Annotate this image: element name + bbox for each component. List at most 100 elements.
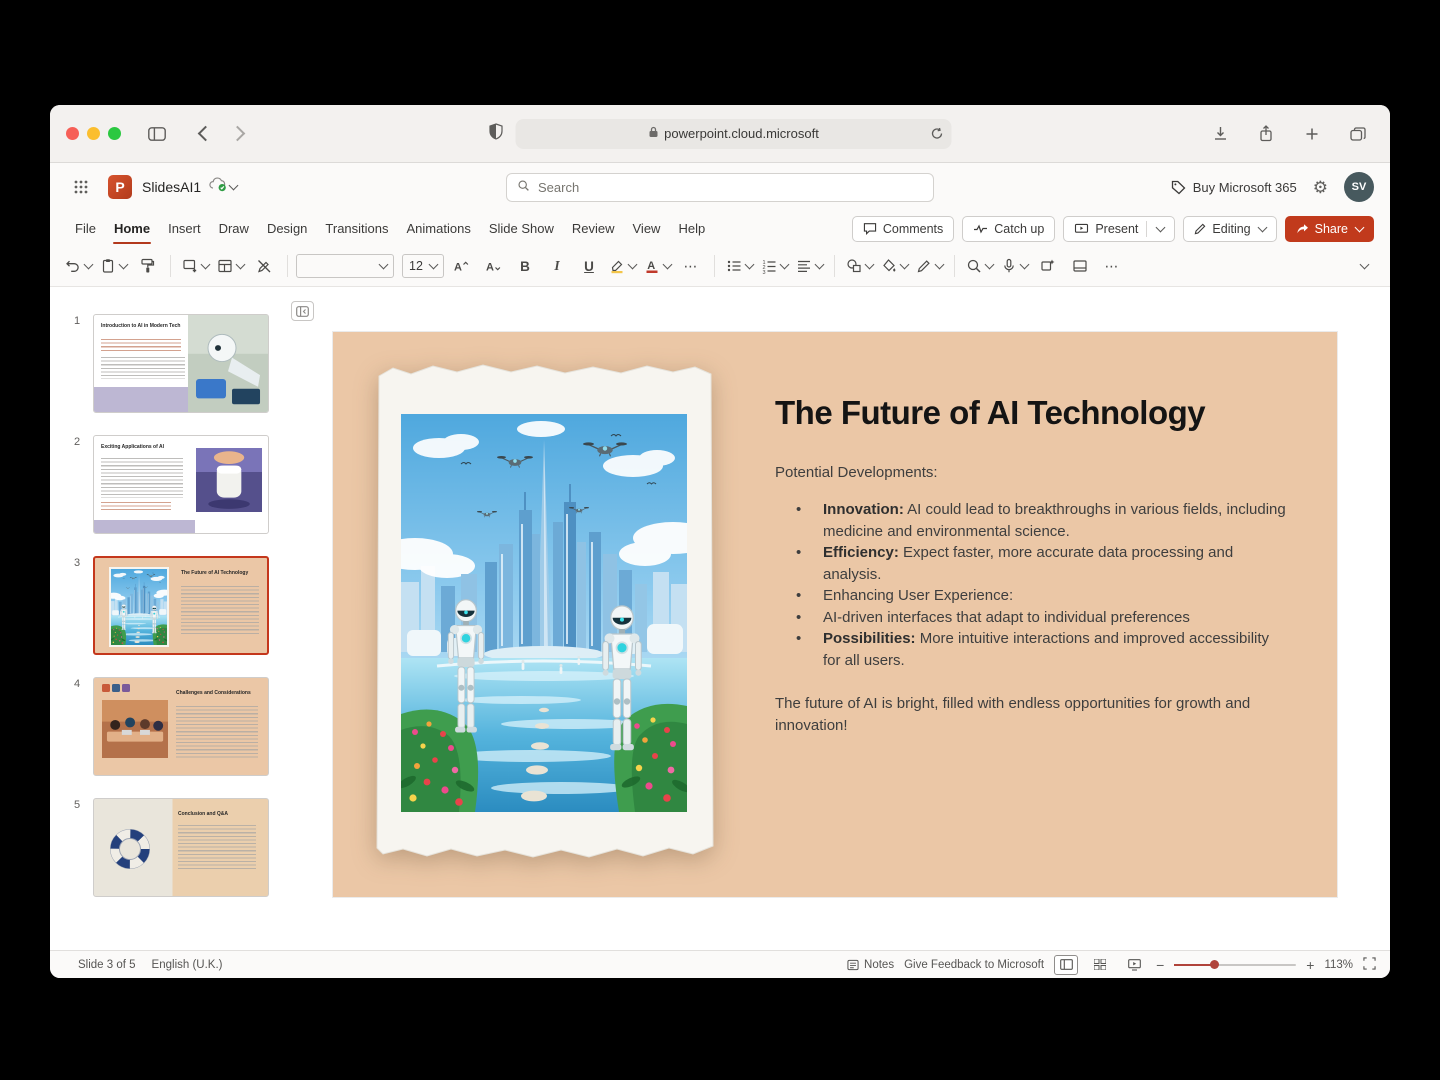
slide-thumbnail-5[interactable]: Conclusion and Q&A — [93, 798, 269, 897]
catch-up-button[interactable]: Catch up — [962, 216, 1055, 242]
tab-slide-show[interactable]: Slide Show — [480, 211, 563, 246]
slide-title[interactable]: The Future of AI Technology — [775, 394, 1287, 432]
zoom-in-button[interactable]: + — [1306, 957, 1314, 973]
tab-overview-icon[interactable] — [1342, 121, 1374, 147]
tab-review[interactable]: Review — [563, 211, 624, 246]
minimize-window-button[interactable] — [87, 127, 100, 140]
shapes-button[interactable] — [843, 252, 876, 280]
tab-design[interactable]: Design — [258, 211, 316, 246]
forward-icon[interactable] — [221, 121, 253, 147]
normal-view-button[interactable] — [1054, 955, 1078, 975]
thumb2-image — [196, 448, 262, 512]
thumb2-accent-block — [94, 520, 195, 533]
bullet-item: Innovation: AI could lead to breakthroug… — [775, 499, 1287, 542]
reload-icon[interactable] — [931, 127, 944, 143]
tab-draw[interactable]: Draw — [210, 211, 258, 246]
slide-thumbnail-1[interactable]: Introduction to AI in Modern Tech — [93, 314, 269, 413]
language-selector[interactable]: English (U.K.) — [152, 959, 223, 971]
dictate-button[interactable] — [998, 252, 1031, 280]
comments-button[interactable]: Comments — [852, 216, 954, 242]
zoom-out-button[interactable]: − — [1156, 957, 1164, 973]
undo-button[interactable] — [62, 252, 95, 280]
shape-fill-button[interactable] — [878, 252, 911, 280]
designer-button[interactable] — [1033, 252, 1063, 280]
slideshow-view-button[interactable] — [1122, 955, 1146, 975]
numbering-button[interactable]: 123 — [758, 252, 791, 280]
bold-button[interactable]: B — [510, 252, 540, 280]
account-avatar[interactable]: SV — [1344, 172, 1374, 202]
clear-formatting-button[interactable] — [249, 252, 279, 280]
slide-thumbnail-2[interactable]: Exciting Applications of AI — [93, 435, 269, 534]
present-button[interactable]: Present — [1063, 216, 1175, 242]
slide-thumbnail-3-selected[interactable]: The Future of AI Technology — [93, 556, 269, 655]
settings-gear-icon[interactable]: ⚙ — [1313, 179, 1328, 196]
thumb2-text-lines — [101, 502, 171, 510]
shrink-font-button[interactable]: A — [478, 252, 508, 280]
fit-to-window-button[interactable] — [1363, 957, 1376, 973]
zoom-slider-handle[interactable] — [1210, 960, 1219, 969]
more-font-options-button[interactable]: ⋯ — [676, 252, 706, 280]
title-chevron-icon[interactable] — [229, 181, 239, 191]
font-size-combo[interactable]: 12 — [402, 254, 444, 278]
tab-insert[interactable]: Insert — [159, 211, 210, 246]
tab-home[interactable]: Home — [105, 211, 159, 246]
slide-editor-surface[interactable]: The Future of AI Technology Potential De… — [333, 332, 1337, 897]
feedback-link[interactable]: Give Feedback to Microsoft — [904, 959, 1044, 971]
status-bar-right: Notes Give Feedback to Microsoft − + — [847, 955, 1376, 975]
thumbnail-row: 4 Challenges and Considerations — [93, 677, 271, 776]
slide-text-block[interactable]: The Future of AI Technology Potential De… — [775, 394, 1287, 736]
more-toolbar-button[interactable]: ⋯ — [1097, 252, 1127, 280]
slide-closing-text[interactable]: The future of AI is bright, filled with … — [775, 693, 1277, 736]
torn-paper-image-frame[interactable] — [373, 360, 717, 864]
close-window-button[interactable] — [66, 127, 79, 140]
collapse-ribbon-button[interactable] — [1348, 252, 1378, 280]
new-slide-button[interactable] — [179, 252, 212, 280]
slide-layout-button[interactable] — [214, 252, 247, 280]
format-painter-button[interactable] — [132, 252, 162, 280]
share-button[interactable]: Share — [1285, 216, 1374, 242]
new-tab-icon[interactable] — [1296, 121, 1328, 147]
tab-transitions[interactable]: Transitions — [316, 211, 397, 246]
slide-sorter-view-button[interactable] — [1088, 955, 1112, 975]
share-icon[interactable] — [1250, 121, 1282, 147]
notes-button[interactable]: Notes — [847, 959, 894, 971]
document-title[interactable]: SlidesAI1 — [142, 179, 201, 195]
highlight-button[interactable] — [606, 252, 639, 280]
notes-pane-button[interactable] — [1065, 252, 1095, 280]
bullets-button[interactable] — [723, 252, 756, 280]
search-input[interactable]: Search — [506, 173, 934, 202]
tab-file[interactable]: File — [66, 211, 105, 246]
zoom-window-button[interactable] — [108, 127, 121, 140]
slide-thumbnail-4[interactable]: Challenges and Considerations — [93, 677, 269, 776]
downloads-icon[interactable] — [1204, 121, 1236, 147]
back-icon[interactable] — [189, 121, 221, 147]
grow-font-button[interactable]: A — [446, 252, 476, 280]
italic-button[interactable]: I — [542, 252, 572, 280]
slide-counter[interactable]: Slide 3 of 5 — [78, 959, 136, 971]
tab-animations[interactable]: Animations — [398, 211, 480, 246]
status-bar: Slide 3 of 5 English (U.K.) Notes Give F… — [50, 950, 1390, 978]
slide-lead[interactable]: Potential Developments: — [775, 462, 1287, 484]
slide-bullet-list[interactable]: Innovation: AI could lead to breakthroug… — [775, 499, 1287, 671]
app-launcher-icon[interactable] — [66, 172, 96, 202]
find-button[interactable] — [963, 252, 996, 280]
buy-microsoft-365-button[interactable]: Buy Microsoft 365 — [1171, 180, 1297, 195]
address-bar[interactable]: powerpoint.cloud.microsoft — [516, 119, 952, 149]
zoom-slider[interactable] — [1174, 964, 1296, 966]
privacy-shield-icon[interactable] — [489, 123, 504, 145]
powerpoint-logo[interactable]: P — [108, 175, 132, 199]
align-button[interactable] — [793, 252, 826, 280]
underline-button[interactable]: U — [574, 252, 604, 280]
paste-button[interactable] — [97, 252, 130, 280]
font-color-button[interactable]: A — [641, 252, 674, 280]
zoom-level[interactable]: 113% — [1324, 959, 1353, 971]
sidebar-toggle-icon[interactable] — [141, 121, 173, 147]
browser-toolbar: powerpoint.cloud.microsoft — [50, 105, 1390, 163]
shape-outline-button[interactable] — [913, 252, 946, 280]
font-name-combo[interactable] — [296, 254, 394, 278]
thumbnail-pane-toggle[interactable] — [291, 301, 314, 321]
editing-mode-button[interactable]: Editing — [1183, 216, 1276, 242]
tag-icon — [1171, 180, 1186, 195]
tab-help[interactable]: Help — [669, 211, 714, 246]
tab-view[interactable]: View — [624, 211, 670, 246]
